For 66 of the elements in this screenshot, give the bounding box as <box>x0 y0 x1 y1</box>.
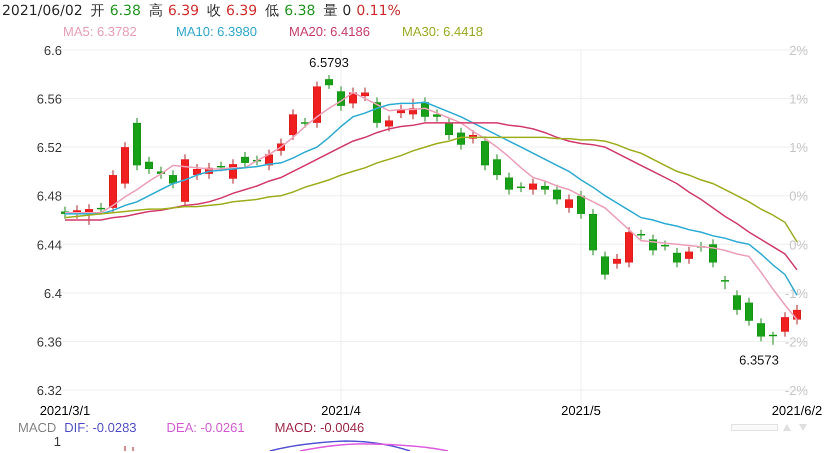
price-axis-label: 6.4 <box>44 286 62 301</box>
candlestick <box>565 194 573 214</box>
candlestick <box>445 118 453 140</box>
price-axis-label: 6.44 <box>36 237 62 252</box>
price-axis-label: 6.32 <box>36 383 62 398</box>
ma-legend-item: MA10: 6.3980 <box>176 24 258 38</box>
candlestick <box>325 74 333 90</box>
candlestick <box>529 178 537 195</box>
quote-change: 0.11% <box>356 3 401 19</box>
candlestick <box>601 251 609 280</box>
candlestick <box>433 109 441 122</box>
quote-label: 低 <box>265 2 280 20</box>
date-axis-label: 2021/4 <box>321 403 361 418</box>
quote-label: 开 <box>90 2 105 20</box>
candlestick <box>745 297 753 326</box>
ma-legend-item: MA20: 6.4186 <box>289 24 371 38</box>
candlestick <box>769 331 777 346</box>
candlestick <box>613 254 621 270</box>
quote-value: 6.38 <box>110 3 141 19</box>
quote-value: 6.39 <box>168 3 200 19</box>
quote-label: 高 <box>148 2 163 20</box>
candlestick <box>661 240 669 251</box>
candlestick <box>169 170 177 189</box>
quote-date: 2021/06/02 <box>2 3 83 19</box>
candlestick <box>385 115 393 132</box>
candlestick <box>733 290 741 316</box>
price-axis-label: 6.48 <box>36 188 62 204</box>
macd-axis-label: 1 <box>52 434 61 449</box>
macd-legend-item: MACD: -0.0046 <box>274 420 364 434</box>
candlestick <box>505 172 513 195</box>
macd-title: MACD <box>18 420 56 434</box>
candlestick <box>757 318 765 342</box>
date-axis-label: 2021/6/2 <box>772 403 822 418</box>
price-axis-label: 6.36 <box>36 334 62 350</box>
price-axis-label: 6.56 <box>36 92 62 107</box>
candlestick <box>709 238 717 268</box>
quote-label: 量 <box>323 2 338 20</box>
price-axis-label: 6.6 <box>44 43 62 58</box>
macd-legend-item: DIF: -0.0283 <box>64 420 137 434</box>
quote-value: 0 <box>342 3 352 19</box>
ma-legend-item: MA30: 6.4418 <box>402 24 484 38</box>
candlestick <box>781 312 789 338</box>
candlestick <box>577 190 585 220</box>
candlestick <box>685 246 693 264</box>
candlestick <box>145 156 153 174</box>
candlestick <box>637 229 645 240</box>
date-axis-label: 2021/3/1 <box>40 403 90 418</box>
candlestick <box>541 180 549 195</box>
ma-legend-item: MA5: 6.3782 <box>63 24 138 38</box>
candlestick <box>553 184 561 205</box>
quote-value: 6.39 <box>226 3 258 19</box>
candlestick <box>721 275 729 290</box>
price-annotation: 6.5793 <box>309 55 349 70</box>
candlestick <box>673 247 681 268</box>
date-axis-label: 2021/5 <box>561 403 601 418</box>
macd-legend-item: DEA: -0.0261 <box>166 420 245 434</box>
candlestick <box>241 152 249 168</box>
candlestick <box>517 182 525 193</box>
price-axis-label: 6.52 <box>36 140 62 156</box>
candlestick <box>289 109 297 140</box>
candlestick <box>493 154 501 180</box>
candlestick <box>361 87 369 102</box>
price-annotation: 6.3573 <box>739 352 779 368</box>
quote-label: 收 <box>207 2 222 20</box>
candlestick <box>217 161 225 172</box>
quote-value: 6.38 <box>284 3 316 19</box>
